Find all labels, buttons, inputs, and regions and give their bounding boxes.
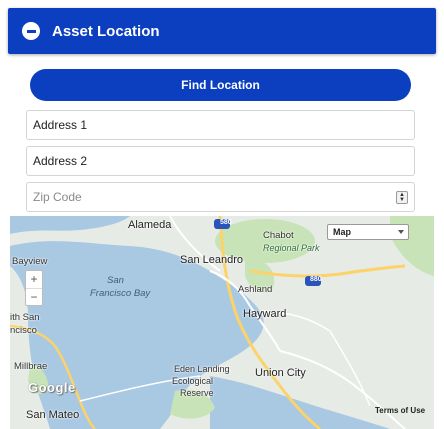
panel-title: Asset Location [52, 22, 160, 40]
terms-of-use-link[interactable]: Terms of Use [375, 406, 425, 415]
zoom-control[interactable]: + − [25, 270, 43, 306]
map-type-value: Map [333, 227, 351, 237]
panel-header: Asset Location [8, 8, 436, 54]
minus-circle-icon[interactable] [22, 22, 40, 40]
place-millbrae: Millbrae [14, 361, 48, 372]
place-chabot: Chabot [263, 230, 294, 241]
highway-580-label: 580 [220, 219, 232, 226]
place-reserve: Reserve [180, 388, 214, 398]
highway-880-label: 880 [310, 276, 322, 283]
place-san-leandro: San Leandro [180, 254, 243, 266]
zip-code-placeholder: Zip Code [33, 190, 82, 204]
place-union-city: Union City [255, 367, 306, 379]
zip-code-field[interactable]: Zip Code ▲ ▼ [26, 182, 415, 212]
place-san: San [107, 275, 124, 286]
zoom-in-button[interactable]: + [26, 271, 42, 289]
place-south-san: ith San [10, 312, 40, 323]
place-alameda: Alameda [128, 219, 172, 231]
chevron-down-icon [398, 230, 404, 234]
place-ashland: Ashland [238, 284, 273, 295]
place-san-mateo: San Mateo [26, 409, 80, 421]
map-canvas [10, 216, 434, 429]
address2-field[interactable]: Address 2 [26, 146, 415, 176]
place-ecological: Ecological [172, 376, 214, 386]
address1-field[interactable]: Address 1 [26, 110, 415, 140]
place-eden-landing: Eden Landing [174, 364, 230, 374]
place-ncisco: ncisco [10, 325, 37, 336]
find-location-button[interactable]: Find Location [30, 69, 411, 101]
place-francisco-bay: Francisco Bay [90, 288, 151, 299]
map-type-select[interactable]: Map [327, 224, 409, 240]
map-view[interactable]: 580 880 Alameda Chabot Regional Park San… [10, 216, 434, 429]
google-logo: Google [28, 380, 76, 395]
place-hayward: Hayward [243, 308, 287, 320]
place-bayview: Bayview [12, 256, 48, 267]
zoom-out-button[interactable]: − [26, 289, 42, 306]
zip-stepper-icon[interactable]: ▲ ▼ [396, 191, 408, 204]
place-regional-park: Regional Park [263, 243, 320, 253]
